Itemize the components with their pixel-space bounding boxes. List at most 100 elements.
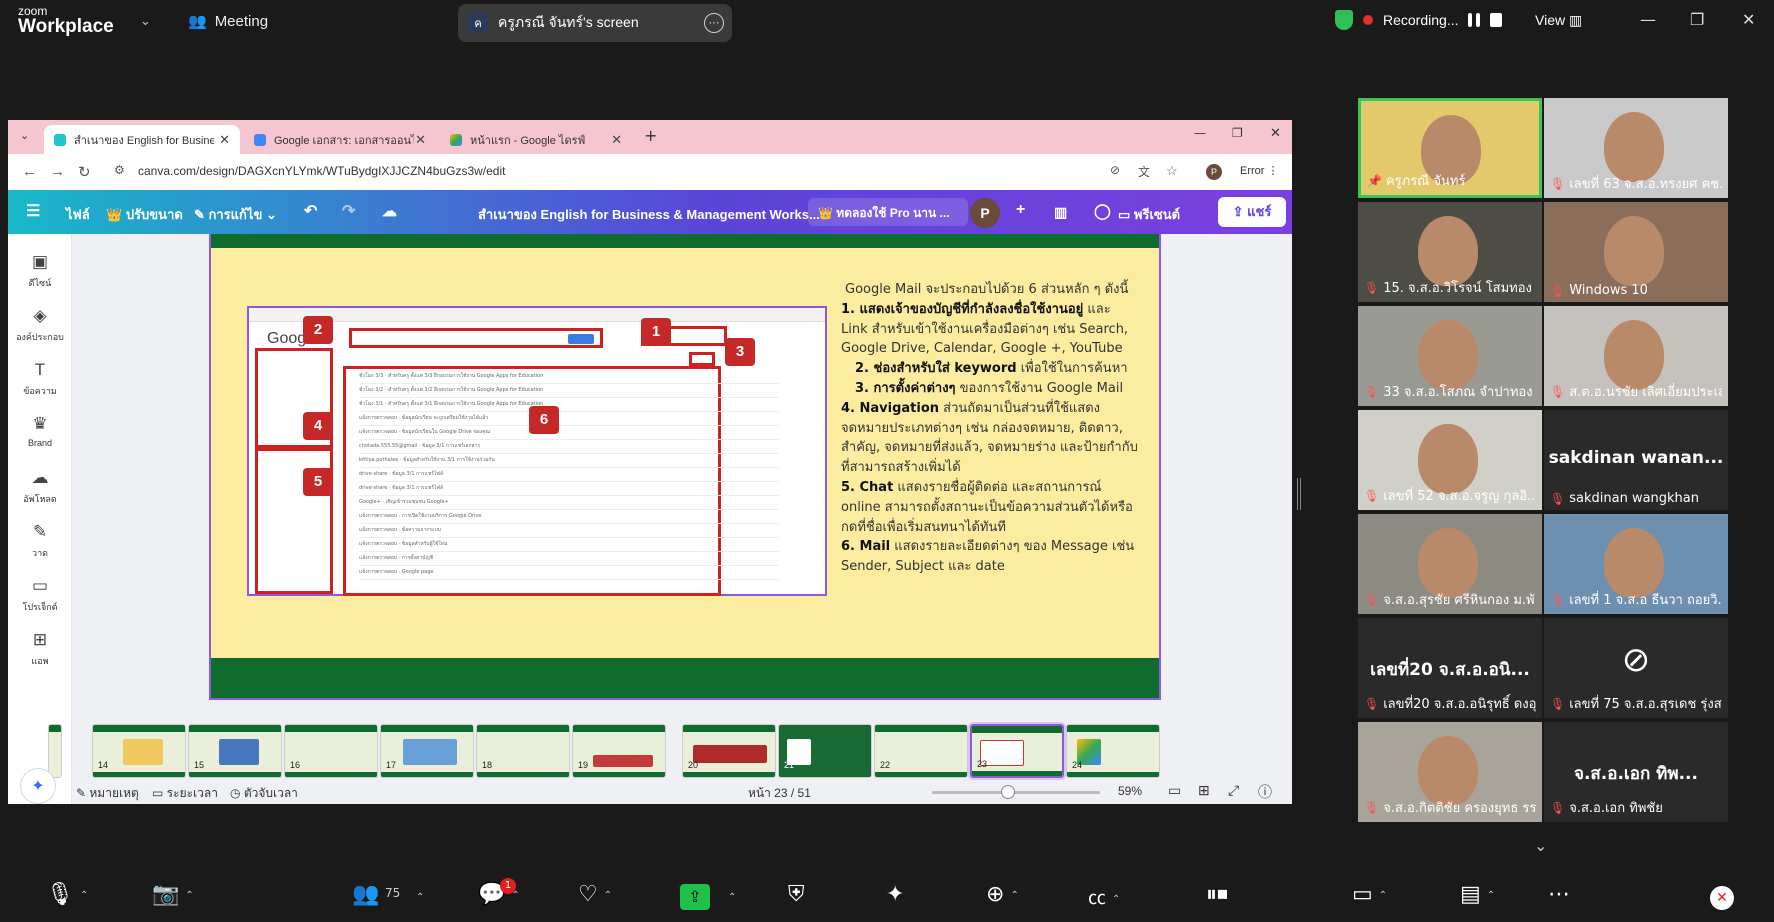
add-collaborator-icon[interactable]: + [1016, 201, 1025, 219]
menu-icon[interactable]: ☰ [26, 201, 40, 221]
redo-icon[interactable]: ↷ [342, 201, 355, 221]
page-view-icon[interactable]: ▭ [1168, 782, 1181, 799]
close-tab-icon[interactable]: ✕ [219, 132, 230, 148]
reload-icon[interactable]: ↻ [78, 163, 91, 181]
undo-icon[interactable]: ↶ [304, 201, 317, 221]
participant-tile[interactable]: 🎙 เลขที่ 52 จ.ส.อ.จรูญ กุลอิ... [1358, 410, 1542, 510]
view-menu[interactable]: View ▥ [1535, 12, 1582, 29]
participant-tile[interactable]: 🎙 เลขที่ 1 จ.ส.อ ธีนวา ถอยวิ... [1544, 514, 1728, 614]
profile-avatar[interactable]: P [1206, 164, 1222, 180]
rail-draw[interactable]: ✎ วาด [8, 522, 72, 560]
more-options-icon[interactable]: ··· [704, 13, 724, 33]
share-screen-icon[interactable]: ⇪ [680, 884, 710, 910]
browser-tab-docs[interactable]: Google เอกสาร: เอกสารออนไลน์และ ✕ [244, 125, 436, 154]
close-icon[interactable]: ✕ [1742, 10, 1755, 29]
zoom-slider-knob[interactable] [1000, 785, 1015, 799]
slide-thumbnail[interactable]: 17 [380, 724, 474, 778]
participant-tile[interactable]: ⊘ 🎙 เลขที่ 75 จ.ส.อ.สุรเดช รุ่งส... [1544, 618, 1728, 718]
bookmark-star-icon[interactable]: ☆ [1166, 163, 1178, 179]
file-menu[interactable]: ไฟล์ [66, 204, 90, 225]
share-options-caret[interactable]: ⌃ [728, 892, 736, 903]
participant-tile[interactable]: เลขที่20 จ.ส.อ.อนิ... 🎙 เลขที่20 จ.ส.อ.อนิ… [1358, 618, 1542, 718]
participant-tile[interactable]: จ.ส.อ.เอก ทิพ... 🎙 จ.ส.อ.เอก ทิพชัย [1544, 722, 1728, 822]
react-icon[interactable]: ♡ ⌃ [578, 882, 612, 907]
try-pro-button[interactable]: 👑 ทดลองใช้ Pro นาน ... [808, 198, 968, 226]
participants-caret[interactable]: ⌃ [416, 892, 424, 903]
rail-brand[interactable]: ♛ Brand [8, 414, 72, 448]
slide-thumbnail[interactable]: 16 [284, 724, 378, 778]
slide-thumbnail[interactable]: 14 [92, 724, 186, 778]
react-options-caret[interactable]: ⌃ [604, 890, 612, 901]
slide-thumbnail-partial[interactable] [48, 724, 62, 778]
meeting-menu[interactable]: 👥 Meeting [188, 12, 268, 31]
browser-minimize-icon[interactable]: — [1194, 126, 1206, 140]
restore-icon[interactable]: ❐ [1690, 10, 1704, 29]
duration-button[interactable]: ▭ ระยะเวลา [152, 784, 218, 803]
edit-menu[interactable]: ✎ การแก้ไข ⌄ [194, 204, 277, 225]
video-off-icon[interactable]: 📷 ⌃ [152, 882, 194, 907]
error-chip[interactable]: Error ⋮ [1240, 164, 1279, 177]
site-info-icon[interactable]: ⚙ [114, 163, 125, 177]
collaborator-avatar[interactable]: P [970, 198, 1000, 228]
participant-tile[interactable]: 🎙 15. จ.ส.อ.วิโรจน์ โสมทอง ... [1358, 202, 1542, 302]
browser-tab-canva[interactable]: สำเนาของ English for Business & ✕ [44, 125, 240, 154]
rail-elements[interactable]: ◈ องค์ประกอบ [8, 306, 72, 344]
share-button[interactable]: ⇪ แชร์ [1218, 197, 1286, 227]
fullscreen-icon[interactable]: ⤢ [1228, 782, 1239, 799]
security-shield-icon[interactable] [1335, 10, 1353, 30]
audio-options-caret[interactable]: ⌃ [80, 890, 88, 901]
close-tab-icon[interactable]: ✕ [415, 132, 426, 148]
end-meeting-icon[interactable]: ✕ [1710, 886, 1734, 910]
zoom-slider[interactable] [932, 785, 1100, 799]
notes-options-caret[interactable]: ⌃ [1487, 890, 1495, 901]
resize-menu[interactable]: 👑 ปรับขนาด [106, 204, 183, 225]
timer-button[interactable]: ◷ ตัวจับเวลา [230, 784, 298, 803]
participant-tile[interactable]: 🎙 จ.ส.อ.กิตติชัย ครองยุทธ รร... [1358, 722, 1542, 822]
slide-canvas[interactable]: Google ชั่วโมง 3/3 · สำหรับครู ตั้งแต่ 3… [209, 234, 1161, 700]
participant-tile[interactable]: 📌 ครูภรณี จันทร์ [1358, 98, 1542, 198]
record-controls-icon[interactable]: ⏸⏹ [1206, 882, 1228, 907]
insights-icon[interactable]: ▥ [1054, 204, 1067, 221]
cloud-save-icon[interactable]: ☁ [382, 202, 397, 220]
forward-icon[interactable]: → [50, 163, 65, 180]
more-icon[interactable]: ⋯ [1548, 882, 1570, 907]
document-title[interactable]: สำเนาของ English for Business & Manageme… [478, 204, 820, 225]
magic-assistant-icon[interactable]: ✦ [20, 768, 56, 804]
chevron-down-icon[interactable]: ⌄ [140, 14, 151, 29]
pause-recording-icon-bar[interactable] [1476, 13, 1481, 27]
zoom-workplace-logo[interactable]: zoom Workplace [18, 5, 114, 36]
slide-thumbnail-selected[interactable]: 23 [968, 722, 1066, 780]
present-button[interactable]: ▭ พรีเซนต์ [1118, 204, 1180, 225]
url-field[interactable]: canva.com/design/DAGXcnYLYmk/WTuBydgIXJJ… [138, 164, 505, 178]
slide-thumbnail[interactable]: 22 [874, 724, 968, 778]
rail-design[interactable]: ▣ ดีไซน์ [8, 252, 72, 290]
page-indicator[interactable]: หน้า 23 / 51 [748, 784, 811, 803]
slide-thumbnail[interactable]: 21 [778, 724, 872, 778]
rail-apps[interactable]: ⊞ แอพ [8, 630, 72, 668]
help-icon[interactable]: ⓘ [1258, 782, 1272, 802]
slide-thumbnail[interactable]: 15 [188, 724, 282, 778]
notes-icon[interactable]: ▤ ⌃ [1460, 882, 1495, 907]
grid-view-icon[interactable]: ⊞ [1198, 782, 1210, 799]
browser-tab-drive[interactable]: หน้าแรก - Google ไดรฟ์ ✕ [440, 125, 632, 154]
panel-resize-handle[interactable] [1297, 478, 1301, 510]
zoom-level[interactable]: 59% [1118, 784, 1142, 798]
participant-tile[interactable]: 🎙 เลขที่ 63 จ.ส.อ.ทรงยศ คช... [1544, 98, 1728, 198]
slide-thumbnail[interactable]: 24 [1066, 724, 1160, 778]
browser-restore-icon[interactable]: ❐ [1232, 126, 1243, 140]
translate-icon[interactable]: 文 [1138, 163, 1150, 180]
apps-options-caret[interactable]: ⌃ [1010, 890, 1018, 901]
video-options-caret[interactable]: ⌃ [185, 890, 193, 901]
rail-uploads[interactable]: ☁ อัพโหลด [8, 468, 72, 506]
comment-icon[interactable]: ◯ [1094, 202, 1111, 220]
captions-icon[interactable]: ㏄ ⌃ [1088, 884, 1120, 910]
browser-close-icon[interactable]: ✕ [1270, 126, 1281, 141]
tab-list-icon[interactable]: ⌄ [20, 129, 29, 142]
rail-projects[interactable]: ▭ โปรเจ็กต์ [8, 576, 72, 614]
participant-tile[interactable]: 🎙 33 จ.ส.อ.โสภณ จำปาทอง ... [1358, 306, 1542, 406]
rail-text[interactable]: T ข้อความ [8, 360, 72, 398]
slide-thumbnail[interactable]: 20 [682, 724, 776, 778]
participant-tile[interactable]: 🎙 จ.ส.อ.สุรชัย ศรีหินกอง ม.พั... [1358, 514, 1542, 614]
close-tab-icon[interactable]: ✕ [611, 132, 622, 148]
new-tab-icon[interactable]: + [644, 126, 657, 145]
